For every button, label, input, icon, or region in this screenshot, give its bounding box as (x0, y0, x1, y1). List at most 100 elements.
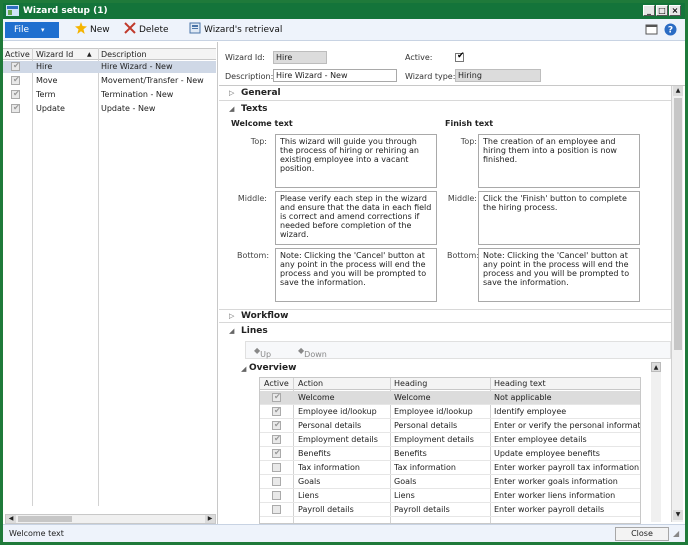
wizard-id-field[interactable]: Hire (273, 51, 327, 64)
overview-grid: Active Action Heading Heading text ✔ Wel… (259, 377, 641, 524)
horizontal-scrollbar[interactable]: ◀ ▶ (5, 514, 216, 524)
finish-bottom-textbox[interactable]: Note: Clicking the 'Cancel' button at an… (478, 248, 640, 302)
welcome-middle-textbox[interactable]: Please verify each step in the wizard an… (275, 191, 437, 245)
scroll-up-icon[interactable]: ▲ (651, 362, 661, 372)
active-checkbox[interactable]: ✔ (11, 89, 20, 99)
active-checkbox[interactable]: ✔ (272, 406, 281, 416)
scroll-thumb[interactable] (674, 98, 682, 350)
maximize-button[interactable]: □ (656, 5, 668, 16)
window-layout-icon[interactable] (645, 23, 658, 36)
lines-toolbar: ◆ Up ◆ Down (245, 341, 671, 359)
description-cell: Hire Wizard - New (101, 62, 173, 71)
up-button[interactable]: ◆ Up (254, 346, 271, 359)
heading-cell: Goals (394, 477, 417, 486)
active-checkbox[interactable]: ✔ (272, 448, 281, 458)
overview-row[interactable]: ✔ Employment details Employment details … (260, 433, 640, 447)
scroll-up-icon[interactable]: ▲ (673, 86, 683, 96)
overview-row[interactable]: Tax information Tax information Enter wo… (260, 461, 640, 475)
active-checkbox[interactable]: ✔ (11, 61, 20, 71)
wizard-type-field[interactable]: Hiring (455, 69, 541, 82)
active-checkbox[interactable] (272, 491, 281, 500)
wizard-retrieval-label: Wizard's retrieval (204, 25, 283, 35)
active-checkbox[interactable] (272, 477, 281, 486)
file-label: File (14, 25, 30, 35)
scroll-right-icon[interactable]: ▶ (205, 515, 215, 523)
wizard-detail-pane: Wizard Id: Hire Active: ✔ Description: H… (219, 42, 685, 524)
scroll-thumb[interactable] (18, 516, 72, 522)
delete-button[interactable]: Delete (124, 22, 169, 38)
wizard-row[interactable]: ✔ Move Movement/Transfer - New (3, 75, 216, 87)
column-divider (32, 48, 33, 506)
col-active[interactable]: Active (264, 379, 289, 388)
new-button[interactable]: New (75, 22, 110, 38)
col-active[interactable]: Active (5, 50, 30, 59)
welcome-bottom-textbox[interactable]: Note: Clicking the 'Cancel' button at an… (275, 248, 437, 302)
description-label: Description: (225, 72, 274, 81)
active-checkbox[interactable]: ✔ (455, 51, 465, 62)
welcome-top-textbox[interactable]: This wizard will guide you through the p… (275, 134, 437, 188)
detail-vertical-scrollbar[interactable]: ▲ ▼ (671, 86, 683, 522)
retrieval-icon (189, 22, 201, 34)
help-icon[interactable]: ? (664, 23, 677, 36)
overview-scrollbar[interactable]: ▲ (651, 362, 661, 522)
wizard-id-cell: Hire (36, 62, 53, 71)
heading-cell: Employee id/lookup (394, 407, 473, 416)
overview-title[interactable]: Overview (249, 363, 296, 373)
collapse-icon: ◢ (229, 105, 235, 113)
overview-row[interactable]: ✔ Welcome Welcome Not applicable (260, 391, 640, 405)
col-heading[interactable]: Heading (394, 379, 427, 388)
sort-ascending-icon: ▲ (87, 51, 92, 58)
wizard-id-label: Wizard Id: (225, 53, 265, 62)
wizard-retrieval-button[interactable]: Wizard's retrieval (189, 22, 282, 38)
active-checkbox[interactable] (272, 463, 281, 472)
heading-text-cell: Identify employee (494, 407, 567, 416)
window-title: Wizard setup (1) (23, 6, 108, 16)
overview-row[interactable]: Liens Liens Enter worker liens informati… (260, 489, 640, 503)
scroll-left-icon[interactable]: ◀ (6, 515, 16, 523)
active-checkbox[interactable]: ✔ (272, 420, 281, 430)
expand-icon: ▷ (229, 89, 235, 97)
fasttab-workflow[interactable]: ▷ Workflow (219, 309, 671, 323)
minimize-button[interactable]: _ (643, 5, 655, 16)
chevron-down-icon: ▾ (41, 26, 45, 34)
fasttab-lines[interactable]: ◢ Lines (219, 325, 671, 339)
active-checkbox[interactable] (272, 505, 281, 514)
scroll-down-icon[interactable]: ▼ (673, 510, 683, 520)
action-cell: Tax information (298, 463, 360, 472)
overview-row[interactable]: Payroll details Payroll details Enter wo… (260, 503, 640, 517)
overview-row[interactable]: ✔ Personal details Personal details Ente… (260, 419, 640, 433)
wizard-row[interactable]: ✔ Term Termination - New (3, 89, 216, 101)
col-description[interactable]: Description (101, 50, 147, 59)
overview-row[interactable]: ✔ Benefits Benefits Update employee bene… (260, 447, 640, 461)
welcome-middle-label: Middle: (237, 194, 267, 203)
col-wizard-id[interactable]: Wizard Id (36, 50, 73, 59)
wizard-row[interactable]: ✔ Update Update - New (3, 103, 216, 115)
resize-grip-icon[interactable]: ◢ (673, 529, 683, 539)
wizard-row[interactable]: ✔ Hire Hire Wizard - New (3, 61, 216, 73)
heading-text-cell: Enter worker goals information (494, 477, 618, 486)
fasttab-general[interactable]: ▷ General (219, 87, 671, 101)
overview-row[interactable]: Goals Goals Enter worker goals informati… (260, 475, 640, 489)
heading-cell: Payroll details (394, 505, 450, 514)
description-cell: Update - New (101, 104, 156, 113)
active-checkbox[interactable]: ✔ (272, 434, 281, 444)
fasttab-texts[interactable]: ◢ Texts (219, 103, 671, 117)
finish-top-label: Top: (460, 137, 477, 146)
close-button[interactable]: Close (615, 527, 669, 541)
status-text: Welcome text (9, 529, 64, 538)
active-checkbox[interactable]: ✔ (272, 392, 281, 402)
down-button[interactable]: ◆ Down (298, 346, 327, 359)
file-menu-button[interactable]: File ▾ (5, 22, 59, 38)
col-action[interactable]: Action (298, 379, 323, 388)
active-checkbox[interactable]: ✔ (11, 75, 20, 85)
finish-middle-label: Middle: (447, 194, 477, 203)
finish-middle-textbox[interactable]: Click the 'Finish' button to complete th… (478, 191, 640, 245)
active-checkbox[interactable]: ✔ (11, 103, 20, 113)
status-bar: Welcome text Close ◢ (3, 524, 685, 542)
overview-row[interactable]: ✔ Employee id/lookup Employee id/lookup … (260, 405, 640, 419)
finish-top-textbox[interactable]: The creation of an employee and hiring t… (478, 134, 640, 188)
col-heading-text[interactable]: Heading text (494, 379, 546, 388)
close-window-button[interactable]: × (669, 5, 681, 16)
description-field[interactable]: Hire Wizard - New (273, 69, 397, 82)
welcome-top-label: Top: (250, 137, 267, 146)
